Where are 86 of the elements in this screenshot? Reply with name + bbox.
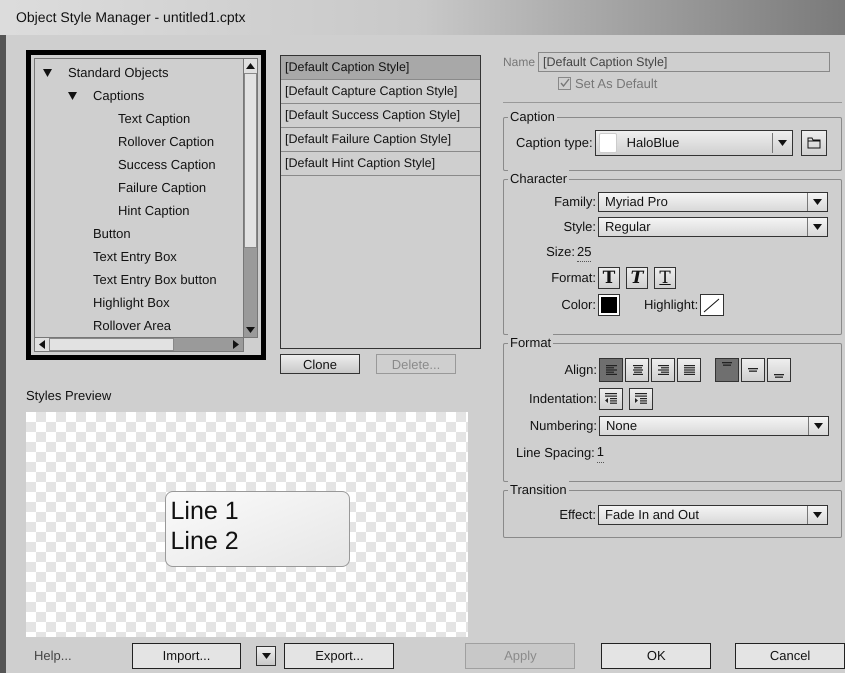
field-label: Indentation:	[528, 390, 597, 408]
caption-text: Line 2	[170, 526, 240, 556]
numbering-select[interactable]: None	[599, 416, 829, 436]
outdent-button[interactable]	[599, 388, 623, 410]
dialog-button[interactable]: OK	[601, 642, 712, 668]
tree-item[interactable]: Text Caption	[118, 108, 190, 128]
scroll-up-icon[interactable]	[244, 59, 257, 73]
window-title: Object Style Manager - untitled1.cptx	[16, 8, 246, 27]
field-label: Color:	[560, 296, 596, 314]
caption-type-select[interactable]: HaloBlue	[594, 130, 793, 156]
expanded-triangle-icon[interactable]	[68, 92, 77, 100]
line-spacing-value[interactable]: 1	[596, 442, 604, 462]
style-item[interactable]: [Default Hint Caption Style]	[281, 152, 480, 176]
help-link[interactable]: Help...	[34, 646, 72, 666]
caption-text: Line 1	[170, 496, 240, 526]
expanded-triangle-icon[interactable]	[43, 68, 52, 76]
family-select[interactable]: Myriad Pro	[598, 192, 828, 212]
checkbox-label: Set As Default	[575, 75, 658, 93]
style-item[interactable]: [Default Capture Caption Style]	[281, 80, 480, 104]
style-item[interactable]: [Default Success Caption Style]	[281, 104, 480, 128]
bold-button[interactable]: T	[598, 267, 620, 289]
italic-button[interactable]: T	[626, 267, 648, 289]
field-label: Numbering:	[528, 417, 597, 436]
align-left-icon	[604, 363, 618, 377]
size-value[interactable]: 25	[577, 242, 592, 262]
dropdown-button[interactable]	[256, 646, 276, 666]
tree-item[interactable]: Highlight Box	[93, 292, 170, 312]
dropdown-arrow-icon	[813, 512, 822, 518]
align-bottom-icon	[774, 374, 784, 378]
field-label: Highlight:	[644, 296, 698, 314]
color-swatch[interactable]	[598, 294, 620, 316]
field-label: Family:	[553, 192, 596, 211]
name-field[interactable]: [Default Caption Style]	[538, 52, 830, 72]
tree-item[interactable]: Success Caption	[118, 154, 216, 174]
no-color-icon	[703, 297, 722, 313]
align-justify-button[interactable]	[677, 358, 701, 382]
vertical-scrollbar[interactable]	[243, 59, 257, 337]
align-top-icon	[722, 362, 732, 366]
outdent-icon	[604, 392, 618, 406]
tree-item[interactable]: Captions	[93, 86, 144, 106]
field-label: Size:	[545, 243, 575, 261]
highlight-swatch[interactable]	[700, 294, 724, 316]
clone-button[interactable]: Clone	[280, 354, 360, 374]
folder-icon	[806, 136, 821, 148]
scroll-left-icon[interactable]	[35, 338, 49, 351]
field-label: Format:	[550, 269, 596, 288]
field-label: Line Spacing:	[516, 444, 595, 462]
style-select[interactable]: Regular	[598, 216, 828, 236]
dialog-button[interactable]: Import...	[132, 642, 242, 668]
align-justify-icon	[682, 363, 696, 377]
dropdown-arrow-icon	[813, 224, 822, 230]
preview-title: Styles Preview	[26, 387, 112, 405]
align-right-icon	[656, 363, 670, 377]
dropdown-arrow-icon	[814, 423, 823, 429]
dropdown-arrow-icon	[813, 198, 822, 204]
tree-item[interactable]: Rollover Area	[93, 316, 172, 336]
tree-item[interactable]: Rollover Caption	[118, 132, 214, 152]
horizontal-scrollbar[interactable]	[34, 338, 244, 352]
align-middle-icon	[748, 368, 758, 372]
dropdown-arrow-icon	[778, 140, 787, 146]
dropdown-arrow-icon	[262, 652, 271, 658]
export-button[interactable]: Export...	[284, 642, 394, 668]
field-label: Caption type:	[516, 134, 593, 152]
field-label: Align:	[563, 361, 597, 380]
indent-icon	[634, 392, 648, 406]
dialog-button[interactable]: Cancel	[735, 642, 845, 668]
name-label: Name	[503, 54, 536, 71]
style-item[interactable]: [Default Caption Style]	[281, 56, 480, 80]
tree-item[interactable]: Standard Objects	[68, 62, 168, 82]
style-item[interactable]: [Default Failure Caption Style]	[281, 128, 480, 152]
effect-select[interactable]: Fade In and Out	[598, 504, 828, 524]
indent-button[interactable]	[629, 388, 653, 410]
tree-item[interactable]: Button	[93, 224, 131, 244]
tree-item[interactable]: Hint Caption	[118, 200, 190, 220]
folder-button[interactable]	[800, 130, 827, 156]
tree-item[interactable]: Failure Caption	[118, 178, 206, 198]
align-center-icon	[630, 363, 644, 377]
tree-item[interactable]: Text Entry Box	[93, 246, 177, 266]
tree-item[interactable]: Text Entry Box button	[93, 270, 217, 290]
align-middle-button[interactable]	[741, 358, 765, 382]
align-right-button[interactable]	[651, 358, 675, 382]
field-label: Style:	[562, 218, 596, 236]
align-center-button[interactable]	[625, 358, 649, 382]
field-label: Effect:	[558, 506, 596, 524]
align-bottom-button[interactable]	[767, 358, 791, 382]
underline-button[interactable]: T	[654, 267, 676, 289]
